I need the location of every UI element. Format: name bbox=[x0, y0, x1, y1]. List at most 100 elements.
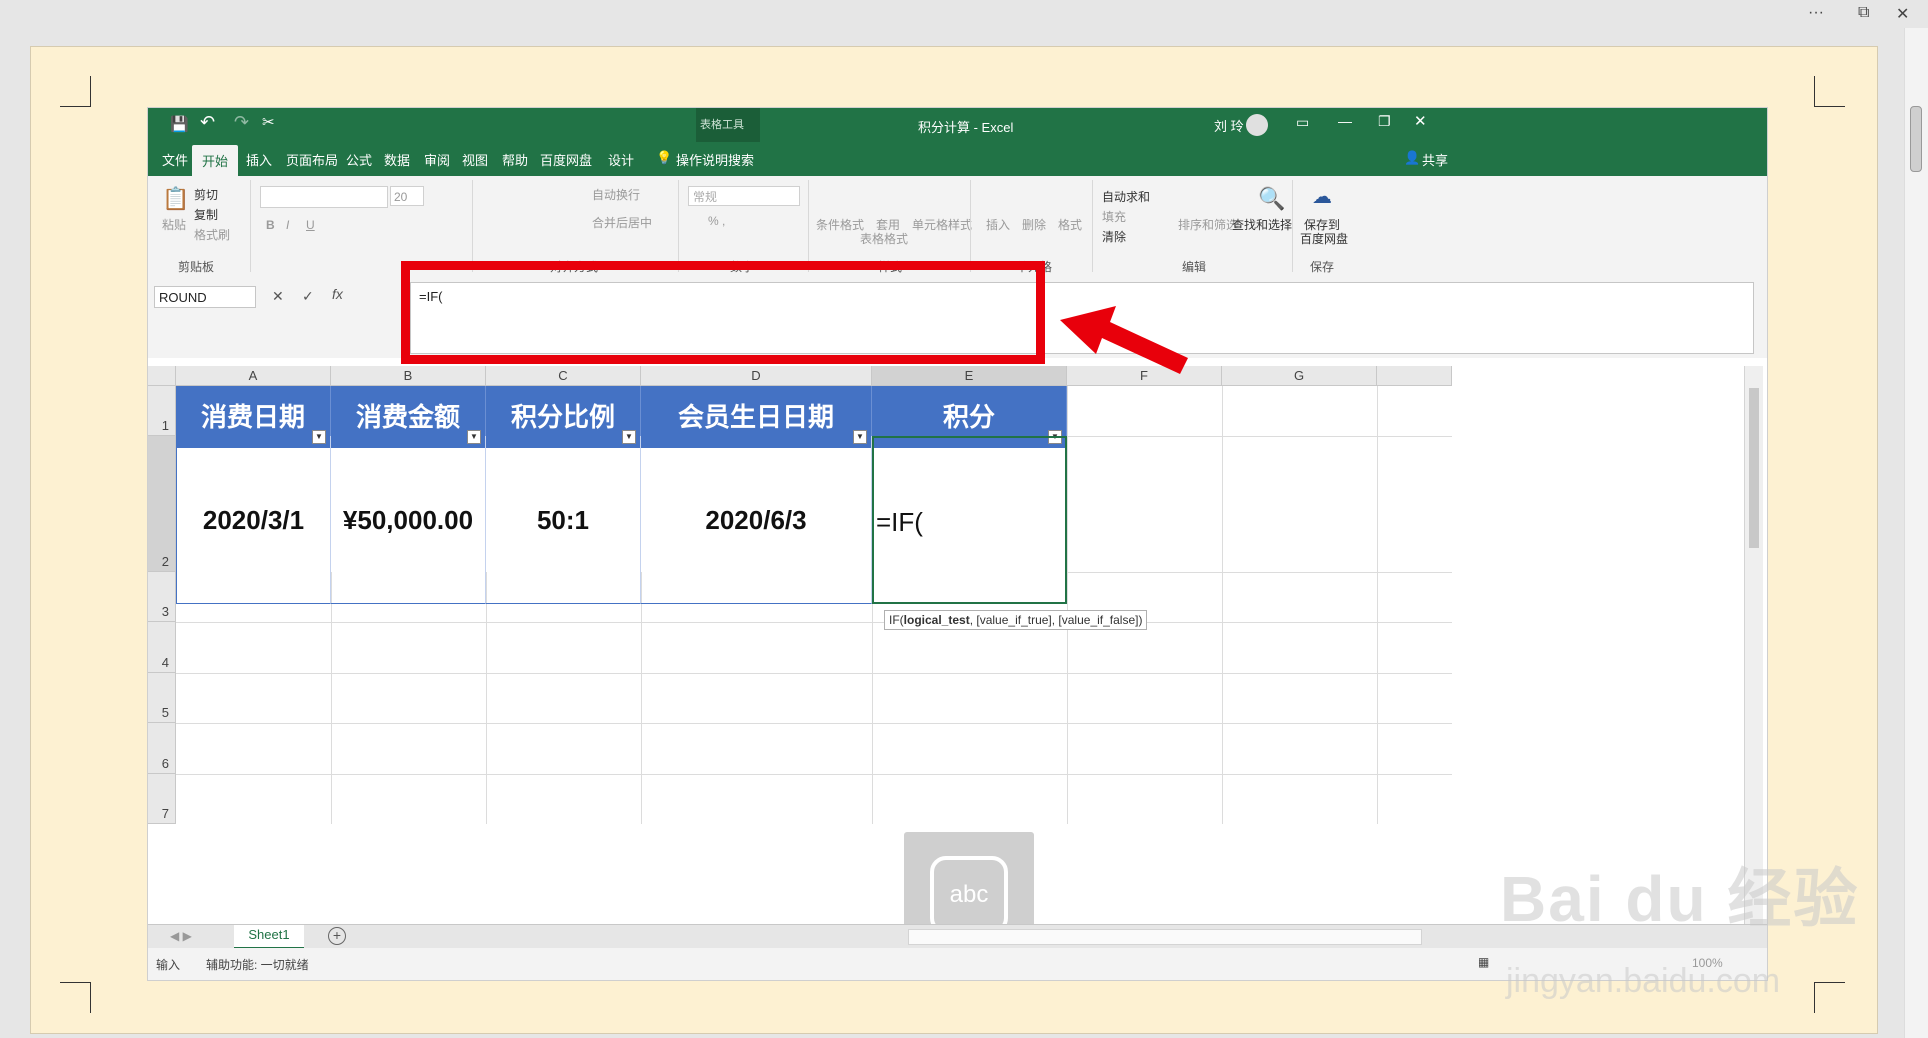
row-number: 5 bbox=[161, 705, 169, 720]
horizontal-scrollbar[interactable] bbox=[908, 929, 1422, 945]
tab-page-layout[interactable]: 页面布局 bbox=[286, 150, 338, 169]
tab-baidu-pan[interactable]: 百度网盘 bbox=[540, 150, 592, 169]
accessibility-status[interactable]: 辅助功能: 一切就绪 bbox=[206, 956, 309, 973]
undo-icon[interactable]: ↶ bbox=[200, 112, 215, 133]
name-box[interactable]: ROUND bbox=[154, 286, 256, 308]
paste-icon[interactable]: 📋 bbox=[162, 186, 189, 212]
sheet-vertical-scrollbar[interactable] bbox=[1744, 366, 1763, 924]
italic-button[interactable]: I bbox=[286, 218, 289, 232]
row-header-4[interactable]: 4 bbox=[148, 622, 176, 673]
merge-center-button[interactable]: 合并后居中 bbox=[592, 214, 652, 231]
tell-me-search[interactable]: 操作说明搜索 bbox=[676, 150, 754, 169]
tab-file[interactable]: 文件 bbox=[162, 150, 188, 169]
data-cell-b2[interactable]: ¥50,000.00 bbox=[331, 436, 486, 604]
row-header-5[interactable]: 5 bbox=[148, 673, 176, 723]
tab-formulas[interactable]: 公式 bbox=[346, 150, 372, 169]
find-select-button[interactable]: 查找和选择 bbox=[1232, 216, 1292, 233]
insert-cells-button[interactable]: 插入 bbox=[986, 216, 1010, 233]
format-painter-button[interactable]: 格式刷 bbox=[194, 226, 230, 243]
copy-button[interactable]: 复制 bbox=[194, 206, 218, 223]
sheet-tab-sheet1[interactable]: Sheet1 bbox=[234, 925, 304, 949]
font-name-box[interactable] bbox=[260, 186, 388, 208]
scroll-thumb[interactable] bbox=[1749, 388, 1759, 548]
column-header-d[interactable]: D bbox=[641, 366, 872, 386]
underline-button[interactable]: U bbox=[306, 218, 315, 232]
cell-styles-button[interactable]: 单元格样式 bbox=[912, 216, 972, 233]
sort-filter-button[interactable]: 排序和筛选 bbox=[1178, 216, 1238, 233]
baidu-pan-icon[interactable]: ☁ bbox=[1312, 184, 1332, 209]
tab-help[interactable]: 帮助 bbox=[502, 150, 528, 169]
close-excel-icon[interactable]: ✕ bbox=[1414, 112, 1427, 130]
format-cells-button[interactable]: 格式 bbox=[1058, 216, 1082, 233]
column-header-c[interactable]: C bbox=[486, 366, 641, 386]
column-header-e[interactable]: E bbox=[872, 366, 1067, 386]
data-cell-a2[interactable]: 2020/3/1 bbox=[176, 436, 331, 604]
enter-icon[interactable]: ✓ bbox=[302, 288, 314, 305]
column-header-g[interactable]: G bbox=[1222, 366, 1377, 386]
data-cell-d2[interactable]: 2020/6/3 bbox=[641, 436, 872, 604]
ribbon-separator bbox=[472, 180, 473, 272]
cancel-icon[interactable]: ✕ bbox=[272, 288, 284, 305]
cut-button[interactable]: 剪切 bbox=[194, 186, 218, 203]
document-scrollbar[interactable] bbox=[1904, 28, 1928, 1038]
wrap-text-button[interactable]: 自动换行 bbox=[592, 186, 640, 203]
minimize-icon[interactable]: — bbox=[1338, 113, 1352, 129]
more-icon[interactable]: ··· bbox=[1808, 4, 1824, 22]
maximize-icon[interactable]: ❐ bbox=[1378, 113, 1391, 130]
redo-icon[interactable]: ↷ bbox=[234, 112, 249, 133]
column-header-b[interactable]: B bbox=[331, 366, 486, 386]
avatar[interactable] bbox=[1246, 114, 1268, 136]
row-header-7[interactable]: 7 bbox=[148, 774, 176, 824]
worksheet-grid[interactable]: A B C D E F G 1 2 3 4 5 6 7 消费日期 ▼ 消费金额 ▼ … bbox=[148, 366, 1767, 962]
tab-design[interactable]: 设计 bbox=[608, 150, 634, 169]
document-top-bar: ··· ⧉ ✕ bbox=[0, 0, 1928, 46]
ribbon-separator bbox=[970, 180, 971, 272]
percent-icon[interactable]: % , bbox=[708, 214, 725, 228]
tab-data[interactable]: 数据 bbox=[384, 150, 410, 169]
tooltip-current-arg[interactable]: logical_test bbox=[904, 613, 970, 627]
paste-button[interactable]: 粘贴 bbox=[162, 216, 186, 233]
sheet-nav-icon[interactable]: ◀ ▶ bbox=[170, 929, 192, 943]
row-header-6[interactable]: 6 bbox=[148, 723, 176, 774]
restore-icon[interactable]: ⧉ bbox=[1858, 4, 1869, 22]
add-sheet-icon[interactable]: + bbox=[328, 927, 346, 945]
lightbulb-icon: 💡 bbox=[656, 150, 673, 165]
function-tooltip: IF(logical_test, [value_if_true], [value… bbox=[884, 610, 1148, 630]
ime-abc-icon: abc bbox=[930, 856, 1008, 934]
find-icon[interactable]: 🔍 bbox=[1258, 186, 1285, 212]
person-icon: 👤 bbox=[1404, 150, 1421, 165]
tab-insert[interactable]: 插入 bbox=[246, 150, 272, 169]
conditional-format-button[interactable]: 条件格式 bbox=[816, 216, 864, 233]
normal-view-icon[interactable]: ▦ bbox=[1478, 955, 1489, 969]
select-all-corner[interactable] bbox=[148, 366, 176, 386]
delete-cells-button[interactable]: 删除 bbox=[1022, 216, 1046, 233]
tab-home[interactable]: 开始 bbox=[192, 145, 239, 178]
row-header-3[interactable]: 3 bbox=[148, 572, 176, 622]
number-format-box[interactable]: 常规 bbox=[688, 186, 800, 206]
row-header-1[interactable]: 1 bbox=[148, 386, 176, 436]
row-header-2[interactable]: 2 bbox=[148, 436, 176, 572]
highlight-box bbox=[401, 261, 1045, 364]
insert-function-icon[interactable]: fx bbox=[332, 286, 343, 302]
format-as-table-button-line2[interactable]: 表格格式 bbox=[860, 230, 908, 247]
fill-button[interactable]: 填充 bbox=[1102, 208, 1126, 225]
active-cell-e2[interactable]: =IF( bbox=[872, 436, 1067, 604]
tab-view[interactable]: 视图 bbox=[462, 150, 488, 169]
share-button[interactable]: 共享 bbox=[1422, 150, 1448, 169]
tab-review[interactable]: 审阅 bbox=[424, 150, 450, 169]
clear-button[interactable]: 清除 bbox=[1102, 228, 1126, 245]
save-icon[interactable]: 💾 bbox=[170, 115, 189, 133]
font-size-box[interactable]: 20 bbox=[390, 186, 424, 206]
ribbon-separator bbox=[250, 180, 251, 272]
bold-button[interactable]: B bbox=[266, 218, 275, 232]
row-number: 3 bbox=[161, 604, 169, 619]
data-cell-c2[interactable]: 50:1 bbox=[486, 436, 641, 604]
close-icon[interactable]: ✕ bbox=[1896, 4, 1909, 24]
ribbon-display-icon[interactable]: ▭ bbox=[1296, 114, 1309, 131]
scroll-thumb[interactable] bbox=[1910, 106, 1922, 172]
autosum-button[interactable]: 自动求和 bbox=[1102, 188, 1150, 205]
save-to-pan-button-line2[interactable]: 百度网盘 bbox=[1300, 230, 1348, 247]
cut-icon[interactable]: ✂ bbox=[262, 113, 275, 131]
column-header-a[interactable]: A bbox=[176, 366, 331, 386]
user-name[interactable]: 刘 玲 bbox=[1214, 116, 1244, 135]
